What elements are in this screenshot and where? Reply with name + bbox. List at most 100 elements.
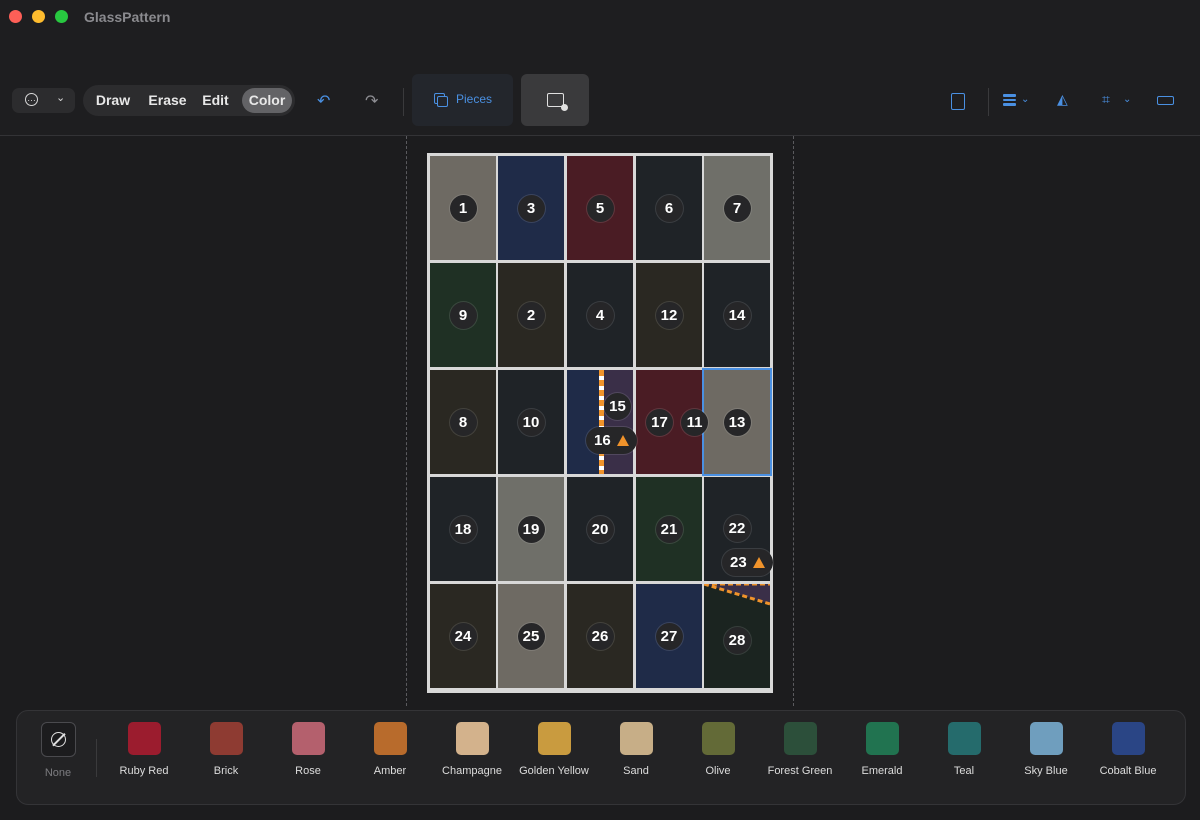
- layers-chevron-icon[interactable]: ⌄: [1021, 94, 1029, 105]
- piece-number-badge[interactable]: 12: [655, 301, 683, 329]
- piece-number-badge[interactable]: 14: [723, 301, 751, 329]
- piece-number: 16: [594, 432, 611, 449]
- zoom-window-button[interactable]: [55, 10, 68, 23]
- undo-icon[interactable]: ↶: [317, 91, 330, 111]
- toolbar-divider-right: [988, 88, 989, 116]
- piece-number-badge-warning[interactable]: 16: [586, 427, 637, 454]
- glass-piece-split[interactable]: [604, 370, 633, 474]
- color-swatch[interactable]: Champagne: [431, 722, 513, 777]
- color-swatch[interactable]: Emerald: [841, 722, 923, 777]
- minimize-window-button[interactable]: [32, 10, 45, 23]
- title-bar: GlassPattern: [0, 0, 1200, 34]
- piece-number: 15: [609, 398, 626, 415]
- piece-number-badge[interactable]: 8: [449, 408, 477, 436]
- close-window-button[interactable]: [9, 10, 22, 23]
- piece-number-badge[interactable]: 27: [655, 622, 683, 650]
- color-swatch[interactable]: Teal: [923, 722, 1005, 777]
- piece-number-badge[interactable]: 19: [517, 515, 545, 543]
- swatch-label: Champagne: [442, 765, 502, 777]
- palette-divider: [96, 739, 97, 777]
- swatch-label: Forest Green: [767, 765, 833, 777]
- color-swatch[interactable]: Sand: [595, 722, 677, 777]
- photo-add-icon: [547, 93, 568, 111]
- piece-number-badge[interactable]: 22: [723, 515, 751, 542]
- swatch-label: Cobalt Blue: [1099, 765, 1157, 777]
- swatch-color-chip: [373, 722, 407, 755]
- piece-number: 23: [730, 554, 747, 571]
- mode-erase[interactable]: Erase: [140, 88, 195, 113]
- seam-warning-stripe: [599, 370, 604, 474]
- swatch-color-chip: [619, 722, 653, 755]
- swatch-none-label: None: [44, 767, 72, 779]
- warning-triangle-icon: [616, 435, 629, 446]
- piece-number-badge[interactable]: 18: [449, 515, 477, 543]
- add-photo-button[interactable]: [521, 74, 589, 126]
- swatch-color-chip: [1111, 722, 1145, 755]
- mode-color[interactable]: Color: [242, 88, 292, 113]
- swatch-label: Olive: [705, 765, 731, 777]
- piece-number-badge[interactable]: 3: [517, 194, 545, 222]
- color-swatch[interactable]: Amber: [349, 722, 431, 777]
- swatch-color-chip: [947, 722, 981, 755]
- color-swatch[interactable]: Olive: [677, 722, 759, 777]
- piece-number-badge[interactable]: 4: [586, 301, 614, 329]
- color-swatch[interactable]: Forest Green: [759, 722, 841, 777]
- toolbar-divider: [403, 88, 404, 116]
- export-document-icon[interactable]: [951, 93, 965, 110]
- swatch-label: Rose: [295, 765, 321, 777]
- piece-number-badge[interactable]: 7: [723, 194, 751, 222]
- pieces-label: Pieces: [456, 92, 493, 106]
- warning-triangle-icon: [752, 557, 765, 568]
- piece-number: 11: [686, 414, 703, 431]
- more-options-button[interactable]: … ⌄: [12, 88, 75, 113]
- chevron-down-icon: ⌄: [56, 92, 66, 104]
- swatch-color-chip: [865, 722, 899, 755]
- mode-edit[interactable]: Edit: [196, 88, 235, 113]
- piece-number-badge[interactable]: 24: [449, 622, 477, 650]
- swatch-label: Amber: [373, 765, 407, 777]
- color-swatch[interactable]: Brick: [185, 722, 267, 777]
- piece-number-badge[interactable]: 5: [586, 194, 614, 222]
- selection-outline: [702, 368, 772, 476]
- swatch-color-chip: [701, 722, 735, 755]
- swatch-color-chip: [537, 722, 571, 755]
- piece-number-badge[interactable]: 21: [655, 515, 683, 543]
- swatch-color-chip: [455, 722, 489, 755]
- shapes-icon[interactable]: ◭: [1057, 91, 1068, 108]
- app-title: GlassPattern: [84, 9, 171, 25]
- color-swatch[interactable]: Ruby Red: [103, 722, 185, 777]
- piece-number-badge[interactable]: 26: [586, 622, 614, 650]
- piece-number-badge[interactable]: 1: [449, 194, 477, 222]
- piece-number-badge[interactable]: 20: [586, 515, 614, 543]
- piece-number-badge[interactable]: 17: [646, 408, 673, 436]
- swatch-none[interactable]: None: [17, 722, 99, 779]
- piece-number-badge[interactable]: 25: [517, 622, 545, 650]
- piece-number-badge[interactable]: 6: [655, 194, 683, 222]
- grid-crop-icon[interactable]: ⌗: [1102, 91, 1110, 108]
- swatch-color-chip: [291, 722, 325, 755]
- ruler-icon[interactable]: [1157, 96, 1174, 105]
- guide-line-left: [406, 136, 407, 706]
- piece-number-badge-warning[interactable]: 23: [722, 549, 773, 576]
- color-swatch[interactable]: Cobalt Blue: [1087, 722, 1169, 777]
- piece-number-badge[interactable]: 15: [604, 393, 631, 420]
- piece-number-badge[interactable]: 28: [723, 627, 751, 654]
- grid-chevron-icon[interactable]: ⌄: [1123, 94, 1131, 105]
- pieces-button[interactable]: Pieces: [412, 74, 513, 126]
- color-swatch[interactable]: Rose: [267, 722, 349, 777]
- redo-icon[interactable]: ↷: [365, 91, 378, 111]
- swatch-color-chip: [783, 722, 817, 755]
- piece-number-badge[interactable]: 2: [517, 301, 545, 329]
- mode-draw[interactable]: Draw: [87, 88, 139, 113]
- swatch-color-chip: [209, 722, 243, 755]
- swatch-label: Brick: [213, 765, 239, 777]
- color-swatch[interactable]: Sky Blue: [1005, 722, 1087, 777]
- piece-number-badge[interactable]: 11: [681, 409, 708, 436]
- guide-line-right: [793, 136, 794, 706]
- glass-pattern-board: 1 3 5 6 7 9 2 4 12 14 8 10 17 13 18 19 20 21 22 24 25 26 27 28 1…: [427, 153, 773, 693]
- swatch-label: Sand: [623, 765, 649, 777]
- piece-number-badge[interactable]: 10: [517, 408, 545, 436]
- color-swatch[interactable]: Golden Yellow: [513, 722, 595, 777]
- piece-number-badge[interactable]: 9: [449, 301, 477, 329]
- layers-menu-icon[interactable]: [1003, 94, 1016, 108]
